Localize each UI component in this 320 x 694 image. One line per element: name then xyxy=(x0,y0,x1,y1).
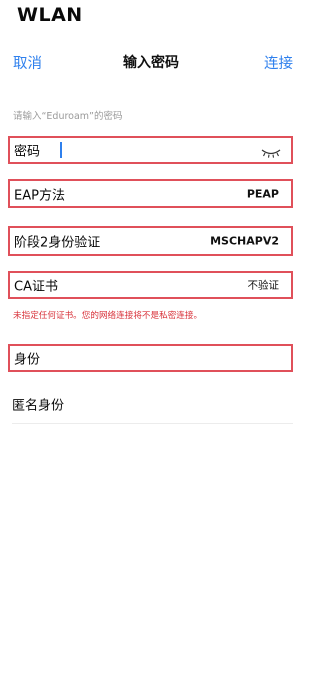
password-label: 密码 xyxy=(14,144,41,160)
anonymous-identity-label: 匿名身份 xyxy=(12,398,65,414)
identity-label: 身份 xyxy=(14,352,41,368)
password-prompt: 请输入“Eduroam”的密码 xyxy=(13,111,123,122)
connect-button[interactable]: 连接 xyxy=(264,52,293,73)
eap-method-label: EAP方法 xyxy=(14,188,65,203)
phase2-auth-value: MSCHAPV2 xyxy=(210,234,279,248)
password-row[interactable]: 密码 xyxy=(8,136,293,164)
cancel-button[interactable]: 取消 xyxy=(13,52,42,73)
ca-cert-warning: 未指定任何证书。您的网络连接将不是私密连接。 xyxy=(13,311,203,321)
ca-cert-label: CA证书 xyxy=(14,279,58,295)
eap-method-value: PEAP xyxy=(246,187,279,200)
dialog-title: 输入密码 xyxy=(123,55,179,71)
identity-row[interactable]: 身份 xyxy=(8,344,293,372)
text-cursor xyxy=(60,142,62,158)
password-input[interactable] xyxy=(58,141,258,159)
eap-method-row[interactable]: EAP方法 PEAP xyxy=(8,179,293,208)
anonymous-identity-row[interactable]: 匿名身份 xyxy=(12,391,292,417)
nav-bar: 输入密码 取消 连接 xyxy=(0,52,302,76)
eye-closed-icon[interactable] xyxy=(260,144,282,158)
phase2-auth-row[interactable]: 阶段2身份验证 MSCHAPV2 xyxy=(8,226,293,256)
ca-cert-row[interactable]: CA证书 不验证 xyxy=(8,271,293,299)
phase2-auth-label: 阶段2身份验证 xyxy=(14,235,101,251)
ca-cert-value: 不验证 xyxy=(247,279,280,292)
page-title: WLAN xyxy=(17,4,83,26)
divider xyxy=(12,423,293,424)
